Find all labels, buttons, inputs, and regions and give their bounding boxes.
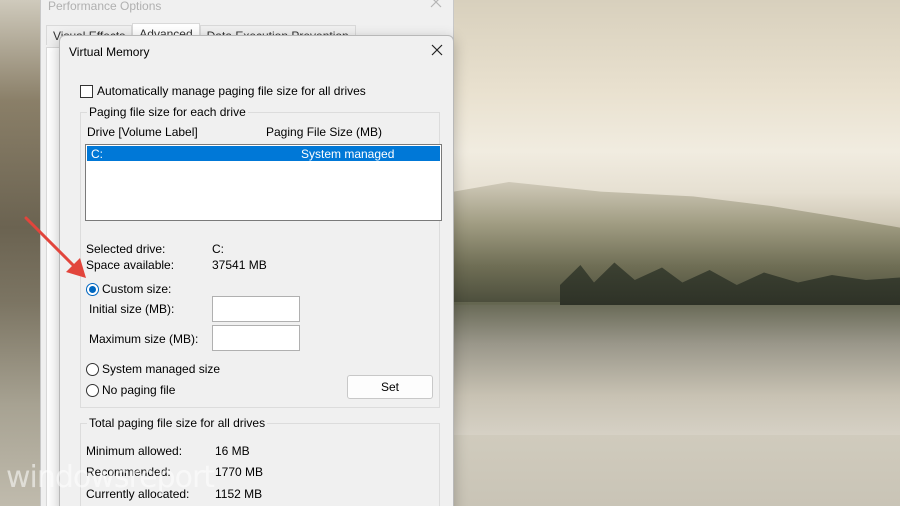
maximum-size-input[interactable] [212,325,300,351]
recommended-value: 1770 MB [215,465,264,479]
selected-drive-value: C: [212,242,224,256]
auto-manage-checkbox-row[interactable]: Automatically manage paging file size fo… [80,84,366,98]
virtual-memory-dialog: Virtual Memory Automatically manage pagi… [59,35,454,506]
list-item[interactable]: C: System managed [87,146,440,161]
space-available-label: Space available: [86,258,175,272]
initial-size-label: Initial size (MB): [89,302,175,316]
no-paging-radio-row[interactable]: No paging file [86,383,175,397]
no-paging-label: No paging file [102,383,176,397]
custom-size-radio-row[interactable]: Custom size: [86,282,171,296]
close-icon[interactable] [431,44,443,56]
selected-drive-label: Selected drive: [86,242,166,256]
annotation-arrow-icon [24,216,86,278]
list-item-size: System managed [301,147,395,161]
custom-size-label: Custom size: [102,282,172,296]
initial-size-input[interactable] [212,296,300,322]
list-item-drive: C: [91,147,103,161]
no-paging-radio[interactable] [86,383,99,397]
system-managed-radio[interactable] [86,362,99,376]
auto-manage-label: Automatically manage paging file size fo… [97,84,366,98]
set-button[interactable]: Set [347,375,433,399]
minimum-allowed-value: 16 MB [215,444,250,458]
watermark: windowsreport [6,460,215,495]
currently-allocated-value: 1152 MB [215,487,263,501]
column-header-drive: Drive [Volume Label] [87,125,198,139]
paging-file-group: Paging file size for each drive Drive [V… [80,105,442,408]
column-header-size: Paging File Size (MB) [266,125,383,139]
wallpaper-lake [440,305,900,435]
performance-options-title: Performance Options [48,0,162,13]
space-available-value: 37541 MB [212,258,267,272]
drive-listbox[interactable]: C: System managed [85,144,442,221]
close-icon[interactable] [429,0,443,9]
system-managed-label: System managed size [102,362,221,376]
paging-group-label: Paging file size for each drive [87,105,248,119]
system-managed-radio-row[interactable]: System managed size [86,362,220,376]
total-group-label: Total paging file size for all drives [87,416,268,430]
maximum-size-label: Maximum size (MB): [89,332,199,346]
dialog-title: Virtual Memory [69,45,150,59]
minimum-allowed-label: Minimum allowed: [86,444,183,458]
custom-size-radio[interactable] [86,282,99,296]
auto-manage-checkbox[interactable] [80,84,93,98]
